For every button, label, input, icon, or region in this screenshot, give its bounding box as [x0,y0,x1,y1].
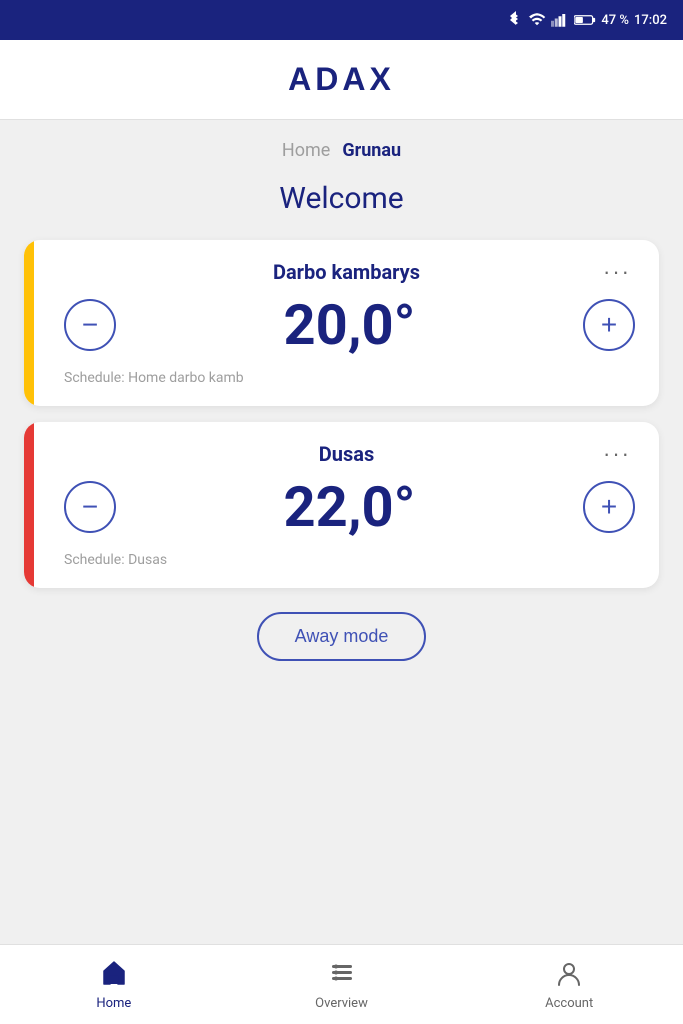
account-nav-icon [555,959,583,992]
main-content: Home Grunau Welcome Darbo kambarys ··· −… [0,120,683,944]
more-button-2[interactable]: ··· [599,443,635,465]
card-header-1: Darbo kambarys ··· [64,260,635,284]
app-logo: ADAX [288,61,395,98]
card-header-2: Dusas ··· [64,442,635,466]
clock: 17:02 [634,13,667,28]
nav-item-overview[interactable]: Overview [228,951,456,1019]
home-nav-icon [100,959,128,992]
minus-icon-1: − [82,309,98,341]
battery-icon [574,14,596,26]
status-bar: 47 % 17:02 [0,0,683,40]
breadcrumb: Home Grunau [24,140,659,161]
plus-icon-2: + [601,491,617,523]
card-content-2: Dusas ··· − 22,0° + Schedule: Dusas [48,442,635,568]
nav-item-home[interactable]: Home [0,951,228,1019]
bottom-nav: Home Overview Account [0,944,683,1024]
away-mode-button[interactable]: Away mode [257,612,427,661]
away-mode-container: Away mode [24,612,659,661]
signal-icon [551,13,569,27]
nav-label-account: Account [545,996,593,1011]
nav-label-overview: Overview [315,996,368,1011]
decrease-temp-1[interactable]: − [64,299,116,351]
increase-temp-1[interactable]: + [583,299,635,351]
nav-item-account[interactable]: Account [455,951,683,1019]
device-name-1: Darbo kambarys [94,260,599,284]
wifi-icon [528,13,546,27]
status-icons: 47 % 17:02 [509,11,667,29]
device-name-2: Dusas [94,442,599,466]
decrease-temp-2[interactable]: − [64,481,116,533]
minus-icon-2: − [82,491,98,523]
temp-row-1: − 20,0° + [64,292,635,358]
overview-nav-icon [328,959,356,992]
breadcrumb-parent[interactable]: Home [282,140,330,161]
card-content-1: Darbo kambarys ··· − 20,0° + Schedule: H… [48,260,635,386]
card-accent-2 [24,422,34,588]
more-button-1[interactable]: ··· [599,261,635,283]
device-card-1: Darbo kambarys ··· − 20,0° + Schedule: H… [24,240,659,406]
plus-icon-1: + [601,309,617,341]
battery-percentage: 47 % [601,13,629,28]
schedule-2: Schedule: Dusas [64,552,635,568]
temperature-1: 20,0° [284,292,416,358]
app-header: ADAX [0,40,683,120]
nav-label-home: Home [96,996,131,1011]
breadcrumb-current[interactable]: Grunau [342,140,401,161]
card-accent-1 [24,240,34,406]
schedule-1: Schedule: Home darbo kamb [64,370,635,386]
temp-row-2: − 22,0° + [64,474,635,540]
device-card-2: Dusas ··· − 22,0° + Schedule: Dusas [24,422,659,588]
bluetooth-icon [509,11,523,29]
temperature-2: 22,0° [284,474,416,540]
increase-temp-2[interactable]: + [583,481,635,533]
welcome-title: Welcome [24,181,659,216]
